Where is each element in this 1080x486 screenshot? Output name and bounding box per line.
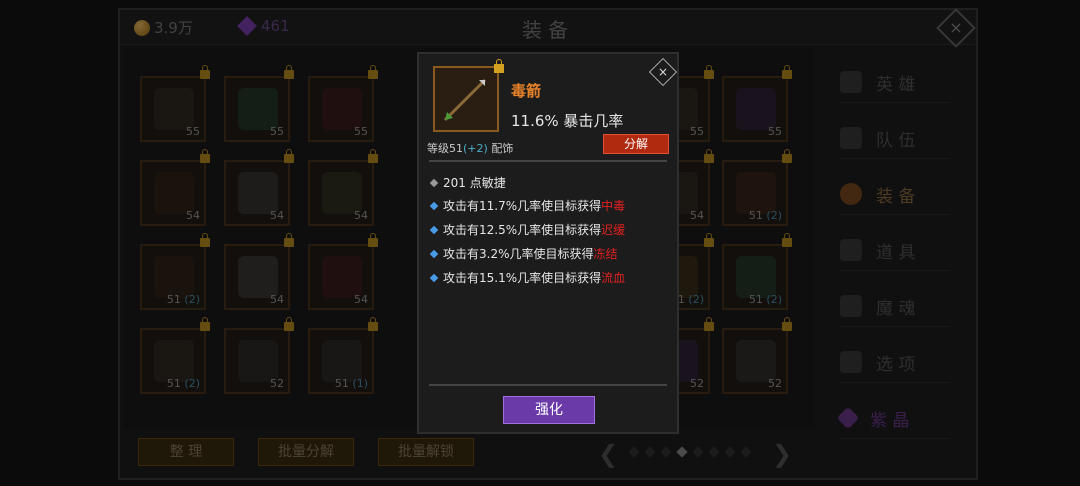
decompose-button[interactable]: 分解 <box>603 134 669 154</box>
bullet-icon <box>429 178 439 187</box>
bullet-icon <box>429 249 439 258</box>
item-icon-frame <box>433 66 499 132</box>
item-detail-popup: 毒箭 11.6% 暴击几率 × 等级51(+2) 配饰 分解 201 点敏捷 攻… <box>417 52 679 434</box>
item-name: 毒箭 <box>511 82 542 100</box>
bullet-icon <box>429 201 439 210</box>
divider <box>429 384 667 386</box>
effect-line: 攻击有12.5%几率使目标获得 迟缓 <box>429 221 625 238</box>
effect-line: 攻击有11.7%几率使目标获得 中毒 <box>429 197 625 214</box>
divider <box>429 160 667 162</box>
effect-line: 攻击有15.1%几率使目标获得 流血 <box>429 269 625 286</box>
close-icon: × <box>657 65 669 79</box>
bullet-icon <box>429 273 439 282</box>
base-stat: 201 点敏捷 <box>429 174 506 191</box>
item-crit-stat: 11.6% 暴击几率 <box>511 112 624 130</box>
item-level-info: 等级51(+2) 配饰 <box>427 142 514 155</box>
popup-close-button[interactable]: × <box>648 57 678 87</box>
arrow-icon <box>443 78 487 122</box>
enhance-button[interactable]: 强化 <box>503 396 595 424</box>
effect-line: 攻击有3.2%几率使目标获得 冻结 <box>429 245 618 262</box>
bullet-icon <box>429 225 439 234</box>
lock-icon[interactable] <box>494 59 504 73</box>
